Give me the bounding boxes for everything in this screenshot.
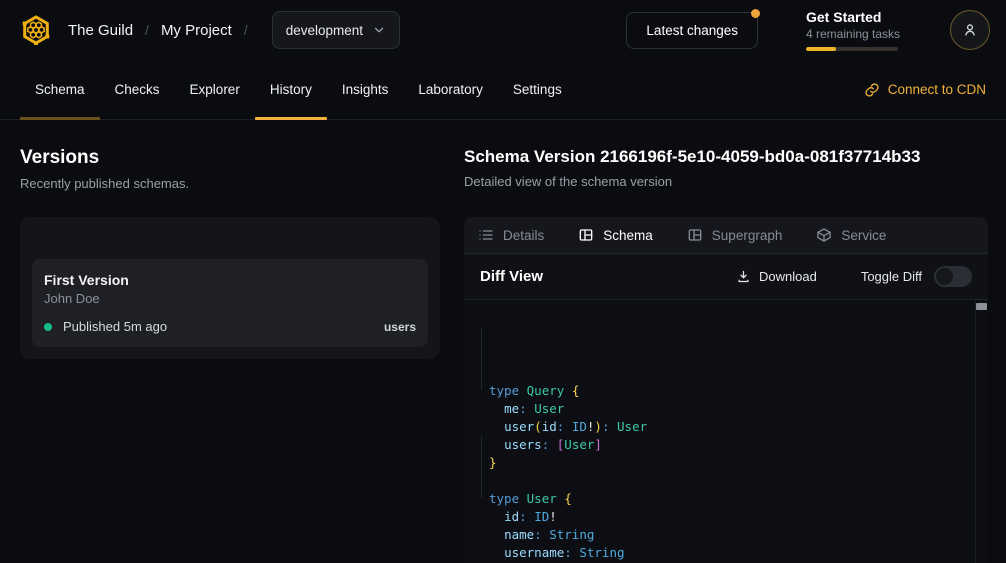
scrollbar-thumb[interactable] (976, 303, 987, 310)
code-line: id: ID! (489, 508, 974, 526)
version-service-badge: users (384, 320, 416, 334)
tab-insights-label: Insights (342, 82, 389, 97)
link-icon (864, 82, 880, 98)
detail-tab-supergraph[interactable]: Supergraph (687, 227, 783, 243)
detail-tabs: Details Schema Sup (464, 217, 988, 254)
code-line: users: [User] (489, 436, 974, 454)
code-line (489, 472, 974, 490)
version-status: Published 5m ago (63, 319, 167, 334)
tab-schema[interactable]: Schema (20, 60, 100, 119)
tab-explorer-label: Explorer (190, 82, 240, 97)
detail-tab-schema[interactable]: Schema (578, 227, 653, 243)
version-name: First Version (44, 272, 416, 288)
environment-selector-value: development (286, 23, 363, 38)
connect-to-cdn-label: Connect to CDN (888, 82, 986, 97)
diff-toolbar: Diff View Download Toggle Diff (464, 254, 988, 300)
get-started-widget[interactable]: Get Started 4 remaining tasks (806, 9, 902, 51)
code-lines: type Query { me: User user(id: ID!): Use… (489, 382, 974, 563)
tab-settings[interactable]: Settings (498, 60, 577, 119)
toggle-diff-label: Toggle Diff (861, 269, 922, 284)
detail-tab-supergraph-label: Supergraph (712, 228, 783, 243)
get-started-progress-fill (806, 47, 836, 51)
hive-logo-icon[interactable] (16, 10, 56, 50)
tab-explorer[interactable]: Explorer (175, 60, 255, 119)
environment-selector[interactable]: development (272, 11, 400, 49)
tab-laboratory[interactable]: Laboratory (403, 60, 498, 119)
code-line: me: User (489, 400, 974, 418)
person-icon (961, 21, 979, 39)
download-button[interactable]: Download (736, 269, 817, 284)
columns-icon (687, 227, 703, 243)
detail-tab-service[interactable]: Service (816, 227, 886, 243)
tab-settings-label: Settings (513, 82, 562, 97)
code-line: type Query { (489, 382, 974, 400)
version-detail-subtitle: Detailed view of the schema version (464, 174, 988, 189)
get-started-progressbar (806, 47, 898, 51)
version-author: John Doe (44, 291, 416, 306)
version-list-item[interactable]: First Version John Doe Published 5m ago … (32, 259, 428, 347)
breadcrumb-separator: / (145, 22, 149, 38)
indent-guide (481, 436, 482, 498)
breadcrumb-separator: / (244, 22, 248, 38)
indent-guide (481, 328, 482, 390)
versions-card: First Version John Doe Published 5m ago … (20, 217, 440, 359)
versions-subtitle: Recently published schemas. (20, 176, 452, 191)
notification-dot (751, 9, 760, 18)
tab-history[interactable]: History (255, 60, 327, 119)
code-line: } (489, 454, 974, 472)
schema-view-panel: Details Schema Sup (464, 217, 988, 563)
versions-panel: Versions Recently published schemas. Fir… (0, 120, 452, 563)
code-line: name: String (489, 526, 974, 544)
code-line: type User { (489, 490, 974, 508)
get-started-subtitle: 4 remaining tasks (806, 27, 902, 41)
detail-tab-details[interactable]: Details (478, 227, 544, 243)
breadcrumb-project[interactable]: My Project (161, 22, 232, 39)
version-status-row: Published 5m ago users (44, 319, 416, 334)
tab-laboratory-label: Laboratory (418, 82, 483, 97)
version-detail-title: Schema Version 2166196f-5e10-4059-bd0a-0… (464, 147, 988, 167)
published-status-dot (44, 323, 52, 331)
breadcrumb-org[interactable]: The Guild (68, 22, 133, 39)
detail-tab-service-label: Service (841, 228, 886, 243)
detail-tab-schema-label: Schema (603, 228, 653, 243)
connect-to-cdn-link[interactable]: Connect to CDN (864, 60, 986, 119)
cube-icon (816, 227, 832, 243)
download-label: Download (759, 269, 817, 284)
breadcrumb: The Guild / My Project / (68, 22, 260, 39)
download-icon (736, 269, 751, 284)
schema-code-viewer[interactable]: type Query { me: User user(id: ID!): Use… (464, 300, 988, 563)
tab-checks[interactable]: Checks (100, 60, 175, 119)
content: Versions Recently published schemas. Fir… (0, 120, 1006, 563)
version-detail-panel: Schema Version 2166196f-5e10-4059-bd0a-0… (452, 120, 1006, 563)
diff-view-title: Diff View (480, 268, 543, 285)
columns-icon (578, 227, 594, 243)
list-icon (478, 227, 494, 243)
code-line: username: String (489, 544, 974, 562)
chevron-down-icon (372, 23, 386, 37)
tab-history-label: History (270, 82, 312, 97)
tab-insights[interactable]: Insights (327, 60, 404, 119)
versions-title: Versions (20, 147, 452, 169)
tab-schema-label: Schema (35, 82, 85, 97)
latest-changes-label: Latest changes (646, 23, 738, 38)
detail-tab-details-label: Details (503, 228, 544, 243)
main-nav: Schema Checks Explorer History Insights … (0, 60, 1006, 120)
code-scrollbar[interactable] (975, 300, 988, 563)
toggle-diff-switch[interactable] (934, 266, 972, 287)
code-line: user(id: ID!): User (489, 418, 974, 436)
toggle-knob (936, 268, 953, 285)
top-bar: The Guild / My Project / development Lat… (0, 0, 1006, 60)
get-started-title: Get Started (806, 9, 902, 25)
user-avatar-button[interactable] (950, 10, 990, 50)
tab-checks-label: Checks (115, 82, 160, 97)
latest-changes-button[interactable]: Latest changes (626, 12, 758, 49)
